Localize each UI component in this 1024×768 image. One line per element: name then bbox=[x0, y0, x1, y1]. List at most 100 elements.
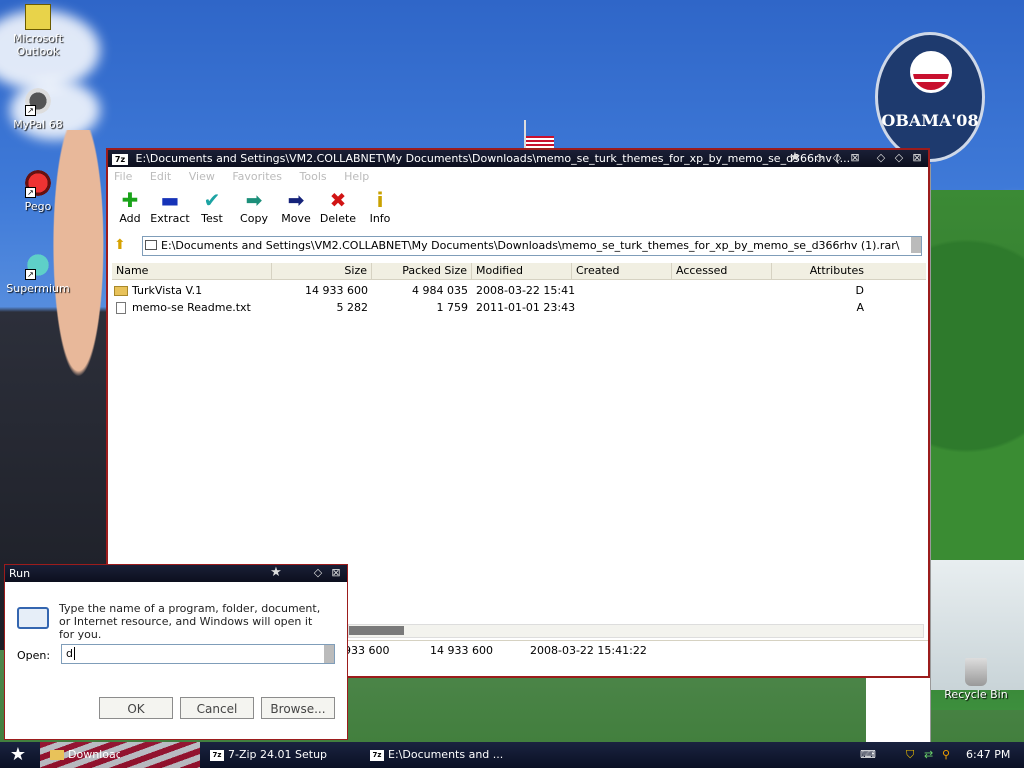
close-button-secondary[interactable]: ⊠ bbox=[910, 151, 924, 165]
close-button[interactable]: ⊠ bbox=[848, 151, 862, 165]
menu-tools[interactable]: Tools bbox=[300, 170, 327, 183]
row-modified: 2008-03-22 15:41 bbox=[476, 284, 576, 297]
campaign-badge-text: OBAMA'08 bbox=[881, 111, 979, 130]
address-input[interactable]: E:\Documents and Settings\VM2.COLLABNET\… bbox=[142, 236, 922, 256]
run-titlebar[interactable]: Run ★ ◇ ⊠ bbox=[5, 565, 347, 582]
folder-icon bbox=[50, 750, 64, 760]
delete-label: Delete bbox=[319, 212, 357, 225]
info-label: Info bbox=[369, 212, 391, 225]
supermium-icon: ↗ bbox=[23, 250, 53, 280]
minimize-button-secondary[interactable]: ◇ bbox=[874, 151, 888, 165]
delete-icon: ✖ bbox=[329, 188, 347, 212]
open-input-value: d bbox=[66, 647, 73, 660]
open-input[interactable]: d bbox=[61, 644, 335, 664]
info-button[interactable]: i Info bbox=[358, 188, 402, 225]
add-button[interactable]: ✚ Add bbox=[108, 188, 152, 225]
run-dialog: Run ★ ◇ ⊠ Type the name of a program, fo… bbox=[4, 564, 348, 740]
add-label: Add bbox=[119, 212, 141, 225]
menu-favorites[interactable]: Favorites bbox=[232, 170, 282, 183]
help-button[interactable]: ◇ bbox=[311, 566, 325, 580]
move-label: Move bbox=[281, 212, 311, 225]
desktop-icon-outlook[interactable]: Microsoft Outlook bbox=[0, 4, 76, 58]
run-icon bbox=[17, 607, 49, 629]
desktop-icon-recycle-bin[interactable]: Recycle Bin bbox=[938, 658, 1014, 701]
network-icon[interactable]: ⇄ bbox=[924, 742, 940, 768]
menu-file[interactable]: File bbox=[114, 170, 132, 183]
move-button[interactable]: ➡ Move bbox=[274, 188, 318, 225]
keyboard-icon[interactable]: ⌨ bbox=[860, 742, 876, 768]
desktop-icon-pego[interactable]: ↗ Pego bbox=[0, 168, 76, 213]
desktop-icon-mypal[interactable]: ↗ MyPal 68 bbox=[0, 86, 76, 131]
row-modified: 2011-01-01 23:43 bbox=[476, 301, 576, 314]
row-attributes: A bbox=[856, 301, 864, 314]
table-row[interactable]: TurkVista V.1 14 933 600 4 984 035 2008-… bbox=[112, 283, 926, 299]
desktop-icon-label: Recycle Bin bbox=[944, 688, 1008, 701]
clock[interactable]: 6:47 PM bbox=[966, 742, 1016, 768]
7zip-titlebar[interactable]: 7z E:\Documents and Settings\VM2.COLLABN… bbox=[108, 150, 928, 167]
star-icon[interactable]: ★ bbox=[269, 566, 283, 580]
address-scrollbar[interactable] bbox=[911, 237, 921, 253]
taskbar: ★ Downloads 7z 7-Zip 24.01 Setup 7z E:\Doc… bbox=[0, 742, 1024, 768]
minimize-button[interactable]: ◇ bbox=[812, 151, 826, 165]
column-attributes[interactable]: Attributes bbox=[772, 263, 868, 279]
desktop-icon-supermium[interactable]: ↗ Supermium bbox=[0, 250, 76, 295]
run-description: Type the name of a program, folder, docu… bbox=[59, 602, 321, 641]
taskbar-item-7zip-setup[interactable]: 7z 7-Zip 24.01 Setup bbox=[210, 742, 360, 768]
extract-button[interactable]: ▬ Extract bbox=[148, 188, 192, 225]
table-row[interactable]: memo-se Readme.txt 5 282 1 759 2011-01-0… bbox=[112, 300, 926, 316]
extract-label: Extract bbox=[150, 212, 190, 225]
row-size: 5 282 bbox=[336, 301, 369, 314]
status-size: 933 600 bbox=[344, 644, 390, 657]
campaign-badge: OBAMA'08 bbox=[875, 32, 985, 162]
menu-bar: File Edit View Favorites Tools Help bbox=[108, 168, 928, 186]
scrollbar-thumb[interactable] bbox=[349, 626, 404, 635]
column-packed-size[interactable]: Packed Size bbox=[372, 263, 472, 279]
column-accessed[interactable]: Accessed bbox=[672, 263, 772, 279]
open-label: Open: bbox=[17, 649, 51, 662]
horizontal-scrollbar[interactable] bbox=[348, 624, 924, 638]
address-bar: ⬆ E:\Documents and Settings\VM2.COLLABNE… bbox=[114, 236, 922, 256]
start-button[interactable]: ★ bbox=[6, 742, 30, 768]
column-size[interactable]: Size bbox=[272, 263, 372, 279]
test-label: Test bbox=[201, 212, 223, 225]
7zip-window-title: E:\Documents and Settings\VM2.COLLABNET\… bbox=[135, 152, 851, 165]
move-icon: ➡ bbox=[287, 188, 305, 212]
outlook-icon bbox=[25, 4, 51, 30]
column-created[interactable]: Created bbox=[572, 263, 672, 279]
folder-up-icon[interactable]: ⬆ bbox=[114, 237, 132, 253]
column-name[interactable]: Name bbox=[112, 263, 272, 279]
taskbar-item-7zip-window[interactable]: 7z E:\Documents and ... bbox=[370, 742, 520, 768]
menu-help[interactable]: Help bbox=[344, 170, 369, 183]
row-packed: 4 984 035 bbox=[412, 284, 468, 297]
run-title: Run bbox=[9, 567, 31, 580]
taskbar-item-label: Downloads bbox=[68, 748, 120, 761]
search-icon[interactable]: ⚲ bbox=[942, 742, 958, 768]
ok-button[interactable]: OK bbox=[99, 697, 173, 719]
column-modified[interactable]: Modified bbox=[472, 263, 572, 279]
row-size: 14 933 600 bbox=[305, 284, 368, 297]
menu-view[interactable]: View bbox=[189, 170, 215, 183]
shield-icon[interactable]: ⛉ bbox=[906, 742, 922, 768]
menu-edit[interactable]: Edit bbox=[150, 170, 171, 183]
cancel-button[interactable]: Cancel bbox=[180, 697, 254, 719]
taskbar-item-label: E:\Documents and ... bbox=[388, 748, 504, 761]
flag-pole bbox=[524, 120, 554, 150]
close-button[interactable]: ⊠ bbox=[329, 566, 343, 580]
test-button[interactable]: ✔ Test bbox=[190, 188, 234, 225]
toolbar: ✚ Add ▬ Extract ✔ Test ➡ Copy ➡ Move ✖ D… bbox=[108, 188, 928, 232]
browse-button[interactable]: Browse... bbox=[261, 697, 335, 719]
taskbar-item-downloads[interactable]: Downloads bbox=[50, 742, 120, 768]
test-icon: ✔ bbox=[203, 188, 221, 212]
copy-button[interactable]: ➡ Copy bbox=[232, 188, 276, 225]
star-icon[interactable]: ★ bbox=[788, 151, 802, 165]
maximize-button-secondary[interactable]: ◇ bbox=[892, 151, 906, 165]
add-icon: ✚ bbox=[121, 188, 139, 212]
info-icon: i bbox=[376, 188, 384, 212]
desktop-icon-label: MyPal 68 bbox=[13, 118, 63, 131]
desktop-icon-label: Microsoft Outlook bbox=[12, 32, 64, 58]
delete-button[interactable]: ✖ Delete bbox=[316, 188, 360, 225]
text-caret bbox=[73, 647, 75, 660]
dropdown-arrow-icon[interactable] bbox=[324, 645, 334, 663]
copy-label: Copy bbox=[240, 212, 268, 225]
maximize-button[interactable]: ◇ bbox=[830, 151, 844, 165]
